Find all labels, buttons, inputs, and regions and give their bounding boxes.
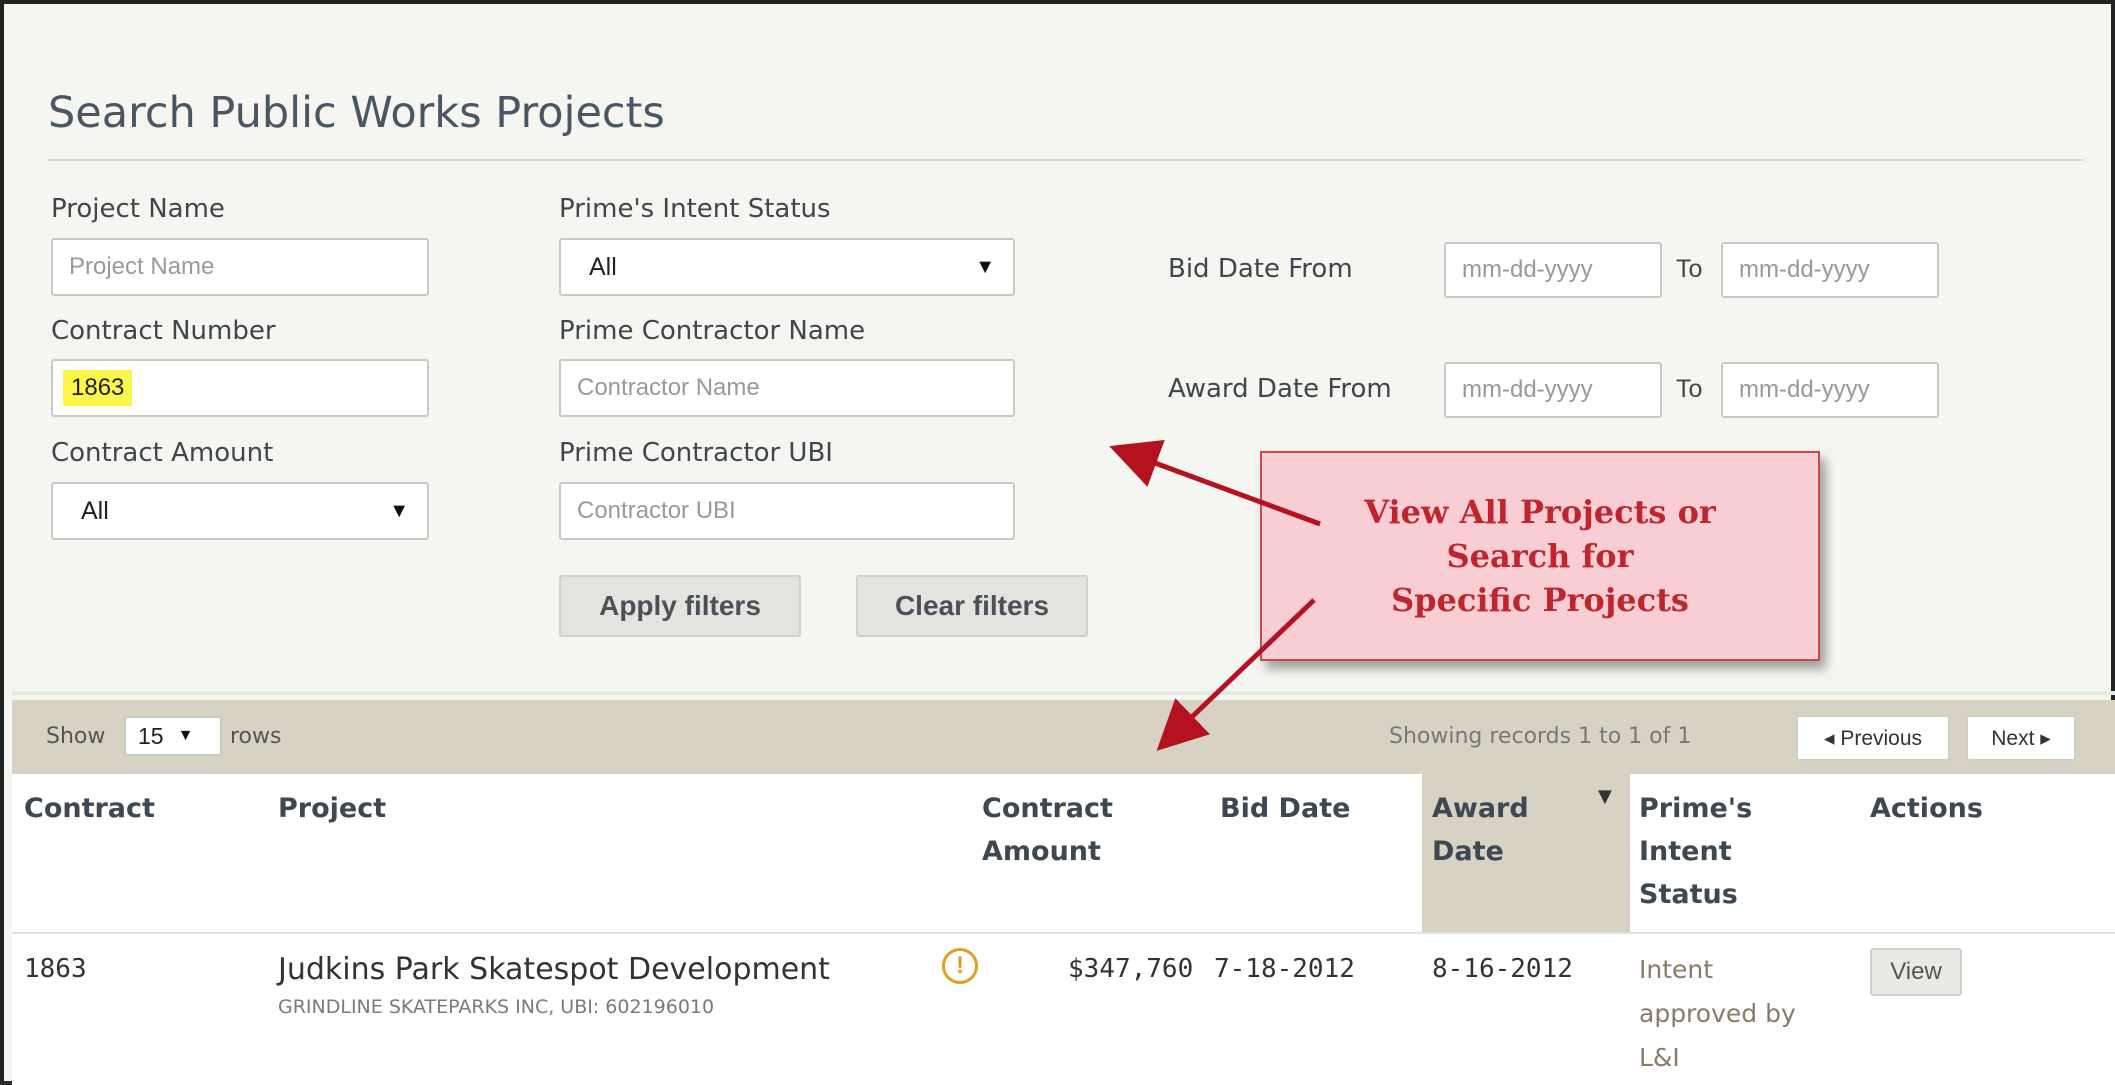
callout-line-2: Search for <box>1446 537 1634 575</box>
col-intent-status-line2: Intent <box>1639 836 1732 867</box>
clear-filters-button[interactable]: Clear filters <box>856 575 1088 637</box>
cell-project-name: Judkins Park Skatespot Development <box>278 952 830 987</box>
intent-status-line2: approved by <box>1639 999 1796 1028</box>
col-award-date[interactable]: Award Date <box>1432 787 1529 873</box>
sort-descending-icon[interactable]: ▼ <box>1598 786 1612 807</box>
page-title: Search Public Works Projects <box>48 88 665 138</box>
col-intent-status-line1: Prime's <box>1639 793 1753 824</box>
contract-amount-label: Contract Amount <box>51 438 274 468</box>
contractor-ubi-label: Prime Contractor UBI <box>559 438 833 468</box>
apply-filters-button[interactable]: Apply filters <box>559 575 801 637</box>
section-divider <box>12 691 2115 695</box>
title-divider <box>48 159 2084 161</box>
intent-status-label: Prime's Intent Status <box>559 194 831 224</box>
contract-number-label: Contract Number <box>51 316 276 346</box>
award-date-from-input[interactable]: mm-dd-yyyy <box>1444 362 1662 418</box>
cell-contract-amount: $347,760 <box>1068 954 1194 984</box>
col-project[interactable]: Project <box>278 787 386 830</box>
contract-number-value: 1863 <box>63 370 133 406</box>
chevron-down-icon: ▼ <box>975 255 995 278</box>
col-contract-amount[interactable]: Contract Amount <box>982 787 1113 873</box>
col-award-date-line2: Date <box>1432 836 1504 867</box>
col-contract-amount-line1: Contract <box>982 793 1113 824</box>
callout-line-3: Specific Projects <box>1391 581 1689 619</box>
app-window: Search Public Works Projects Project Nam… <box>0 0 2115 1085</box>
award-date-to-label: To <box>1676 375 1703 403</box>
chevron-down-icon: ▼ <box>389 499 409 522</box>
rows-label: rows <box>230 724 282 749</box>
col-contract-amount-line2: Amount <box>982 836 1101 867</box>
contractor-name-label: Prime Contractor Name <box>559 316 866 346</box>
bid-date-label: Bid Date From <box>1168 254 1353 284</box>
contractor-ubi-input[interactable]: Contractor UBI <box>559 482 1015 540</box>
cell-award-date: 8-16-2012 <box>1432 954 1573 984</box>
award-date-label: Award Date From <box>1168 374 1392 404</box>
view-button[interactable]: View <box>1870 948 1962 996</box>
project-name-label: Project Name <box>51 194 225 224</box>
intent-status-select[interactable]: All ▼ <box>559 238 1015 296</box>
records-count: Showing records 1 to 1 of 1 <box>1389 724 1692 749</box>
col-intent-status[interactable]: Prime's Intent Status <box>1639 787 1752 916</box>
show-label: Show <box>46 724 106 749</box>
col-bid-date[interactable]: Bid Date <box>1220 787 1350 830</box>
cell-bid-date: 7-18-2012 <box>1214 954 1355 984</box>
annotation-callout: View All Projects or Search for Specific… <box>1260 451 1820 661</box>
rows-per-page-value: 15 <box>138 722 164 749</box>
award-date-to-input[interactable]: mm-dd-yyyy <box>1721 362 1939 418</box>
callout-line-1: View All Projects or <box>1364 493 1716 531</box>
bid-date-to-input[interactable]: mm-dd-yyyy <box>1721 242 1939 298</box>
cell-contract: 1863 <box>24 954 87 984</box>
contract-amount-selected: All <box>81 496 109 525</box>
project-name-input[interactable]: Project Name <box>51 238 429 296</box>
warning-icon[interactable]: ! <box>942 948 978 984</box>
previous-page-button[interactable]: ◂ Previous <box>1796 715 1950 761</box>
contract-number-input[interactable]: 1863 <box>51 359 429 417</box>
intent-status-line3: L&I <box>1639 1043 1680 1072</box>
chevron-down-icon: ▼ <box>177 727 194 744</box>
intent-status-selected: All <box>589 252 617 281</box>
col-intent-status-line3: Status <box>1639 879 1738 910</box>
col-actions: Actions <box>1870 793 1983 824</box>
intent-status-line1: Intent <box>1639 955 1714 984</box>
cell-intent-status: Intent approved by L&I <box>1639 948 1819 1080</box>
bid-date-from-input[interactable]: mm-dd-yyyy <box>1444 242 1662 298</box>
cell-contractor-info: GRINDLINE SKATEPARKS INC, UBI: 602196010 <box>278 996 715 1018</box>
bid-date-to-label: To <box>1676 255 1703 283</box>
next-page-button[interactable]: Next ▸ <box>1966 715 2076 761</box>
contract-amount-select[interactable]: All ▼ <box>51 482 429 540</box>
rows-per-page-select[interactable]: 15 ▼ <box>124 716 222 756</box>
col-contract[interactable]: Contract <box>24 787 155 830</box>
col-award-date-line1: Award <box>1432 793 1529 824</box>
contractor-name-input[interactable]: Contractor Name <box>559 359 1015 417</box>
